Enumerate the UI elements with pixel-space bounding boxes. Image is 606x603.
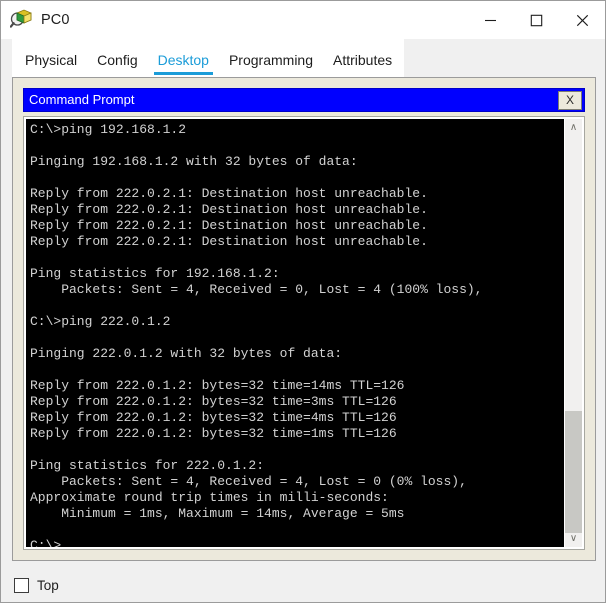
terminal-scrollbar[interactable]: ∧ ∨ (564, 119, 582, 547)
scrollbar-thumb[interactable] (565, 411, 582, 533)
window-title: PC0 (41, 12, 70, 28)
terminal-output: C:\>ping 192.168.1.2 Pinging 192.168.1.2… (30, 122, 483, 547)
command-prompt-title: Command Prompt (29, 92, 135, 107)
pc0-window: PC0 Physical Config Desktop Programming … (0, 0, 606, 603)
command-prompt-title-bar[interactable]: Command Prompt X (23, 88, 585, 112)
maximize-button[interactable] (513, 1, 559, 39)
desktop-panel: Command Prompt X C:\>ping 192.168.1.2 Pi… (12, 77, 596, 561)
tab-config[interactable]: Config (97, 52, 137, 77)
terminal-screen[interactable]: C:\>ping 192.168.1.2 Pinging 192.168.1.2… (26, 119, 564, 547)
scroll-up-icon[interactable]: ∧ (565, 119, 582, 136)
scroll-down-icon[interactable]: ∨ (565, 530, 582, 547)
top-checkbox-label: Top (37, 578, 59, 593)
minimize-button[interactable] (467, 1, 513, 39)
top-checkbox[interactable] (14, 578, 29, 593)
tab-programming[interactable]: Programming (229, 52, 313, 77)
tab-attributes[interactable]: Attributes (333, 52, 392, 77)
close-button[interactable] (559, 1, 605, 39)
command-prompt-close-button[interactable]: X (558, 90, 582, 110)
packet-tracer-icon (9, 9, 32, 31)
terminal-container: C:\>ping 192.168.1.2 Pinging 192.168.1.2… (23, 116, 585, 550)
tab-desktop[interactable]: Desktop (153, 52, 214, 77)
window-controls (467, 1, 605, 39)
tab-physical[interactable]: Physical (25, 52, 77, 77)
command-prompt-window: Command Prompt X C:\>ping 192.168.1.2 Pi… (23, 88, 585, 550)
bottom-bar: Top (2, 569, 604, 602)
window-title-bar: PC0 (1, 1, 605, 39)
tab-strip: Physical Config Desktop Programming Attr… (12, 39, 404, 77)
